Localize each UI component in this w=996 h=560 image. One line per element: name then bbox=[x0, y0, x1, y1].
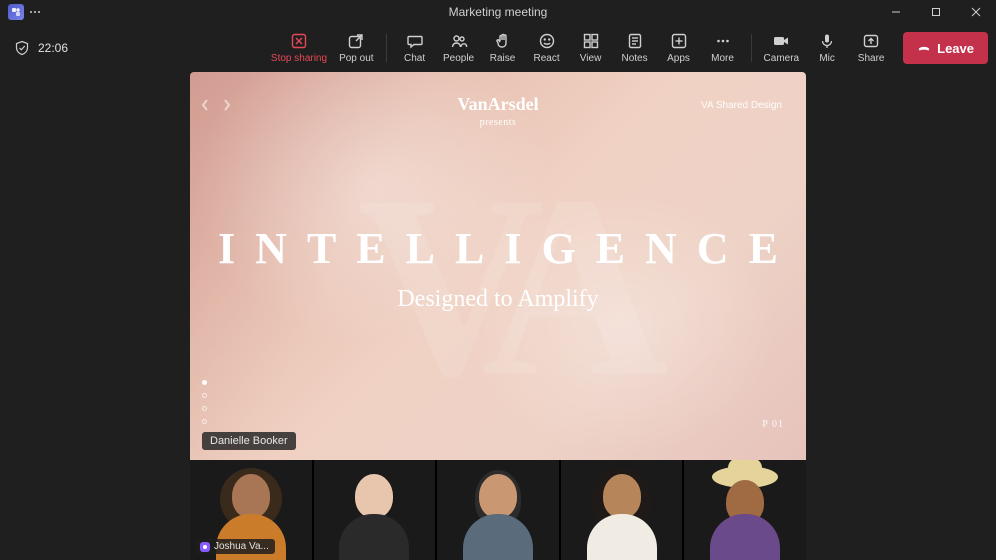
presenter-name-label: Danielle Booker bbox=[202, 432, 296, 450]
pop-out-button[interactable]: Pop out bbox=[333, 26, 379, 70]
participant-tile[interactable] bbox=[314, 460, 436, 560]
window-minimize-button[interactable] bbox=[876, 0, 916, 24]
participant-tile[interactable] bbox=[684, 460, 806, 560]
people-button[interactable]: People bbox=[437, 26, 481, 70]
speaking-indicator-icon bbox=[200, 542, 210, 552]
mic-button[interactable]: Mic bbox=[805, 26, 849, 70]
stop-sharing-icon bbox=[290, 32, 308, 50]
slide-dot[interactable] bbox=[202, 419, 207, 424]
meeting-toolbar: 22:06 Stop sharing Pop out Chat Peo bbox=[0, 24, 996, 72]
people-icon bbox=[450, 32, 468, 50]
camera-button[interactable]: Camera bbox=[758, 26, 806, 70]
more-ellipsis-icon bbox=[714, 32, 732, 50]
camera-icon bbox=[772, 32, 790, 50]
view-button[interactable]: View bbox=[569, 26, 613, 70]
privacy-shield-icon bbox=[14, 40, 30, 56]
slide-subheadline: Designed to Amplify bbox=[397, 286, 598, 313]
toolbar-separator bbox=[751, 34, 752, 62]
slide-indicator-dots bbox=[202, 380, 207, 424]
participant-tile[interactable]: Joshua Va... bbox=[190, 460, 312, 560]
title-bar: Marketing meeting bbox=[0, 0, 996, 24]
notes-button[interactable]: Notes bbox=[613, 26, 657, 70]
participant-avatar bbox=[705, 466, 785, 560]
meeting-stage: VA VanArsdel presents VA Shared Design I… bbox=[0, 72, 996, 560]
chat-icon bbox=[406, 32, 424, 50]
leave-button[interactable]: Leave bbox=[903, 32, 988, 64]
participant-name-label: Joshua Va... bbox=[196, 539, 275, 554]
mic-icon bbox=[818, 32, 836, 50]
teams-app-icon bbox=[8, 4, 24, 20]
share-up-icon bbox=[862, 32, 880, 50]
raise-hand-icon bbox=[494, 32, 512, 50]
participant-avatar bbox=[458, 466, 538, 560]
react-icon bbox=[538, 32, 556, 50]
participant-tile[interactable] bbox=[437, 460, 559, 560]
slide-dot[interactable] bbox=[202, 393, 207, 398]
view-grid-icon bbox=[582, 32, 600, 50]
share-button[interactable]: Share bbox=[849, 26, 893, 70]
participant-avatar bbox=[582, 466, 662, 560]
notes-icon bbox=[626, 32, 644, 50]
meeting-title: Marketing meeting bbox=[449, 5, 548, 19]
apps-icon bbox=[670, 32, 688, 50]
window-close-button[interactable] bbox=[956, 0, 996, 24]
pop-out-icon bbox=[347, 32, 365, 50]
toolbar-separator bbox=[386, 34, 387, 62]
participant-avatar bbox=[334, 466, 414, 560]
window-maximize-button[interactable] bbox=[916, 0, 956, 24]
more-button[interactable]: More bbox=[701, 26, 745, 70]
slide-page-number: P 01 bbox=[762, 419, 784, 430]
chat-button[interactable]: Chat bbox=[393, 26, 437, 70]
slide-headline: INTELLIGENCE bbox=[198, 223, 798, 274]
apps-button[interactable]: Apps bbox=[657, 26, 701, 70]
shared-slide: VA VanArsdel presents VA Shared Design I… bbox=[190, 72, 806, 460]
slide-dot[interactable] bbox=[202, 380, 207, 385]
meeting-elapsed-time: 22:06 bbox=[38, 41, 68, 55]
slide-dot[interactable] bbox=[202, 406, 207, 411]
stop-sharing-button[interactable]: Stop sharing bbox=[265, 26, 333, 70]
hangup-icon bbox=[917, 41, 931, 55]
react-button[interactable]: React bbox=[525, 26, 569, 70]
raise-hand-button[interactable]: Raise bbox=[481, 26, 525, 70]
app-menu-ellipsis-icon[interactable] bbox=[30, 11, 40, 13]
participant-tile[interactable] bbox=[561, 460, 683, 560]
participant-gallery: Joshua Va... bbox=[190, 460, 806, 560]
